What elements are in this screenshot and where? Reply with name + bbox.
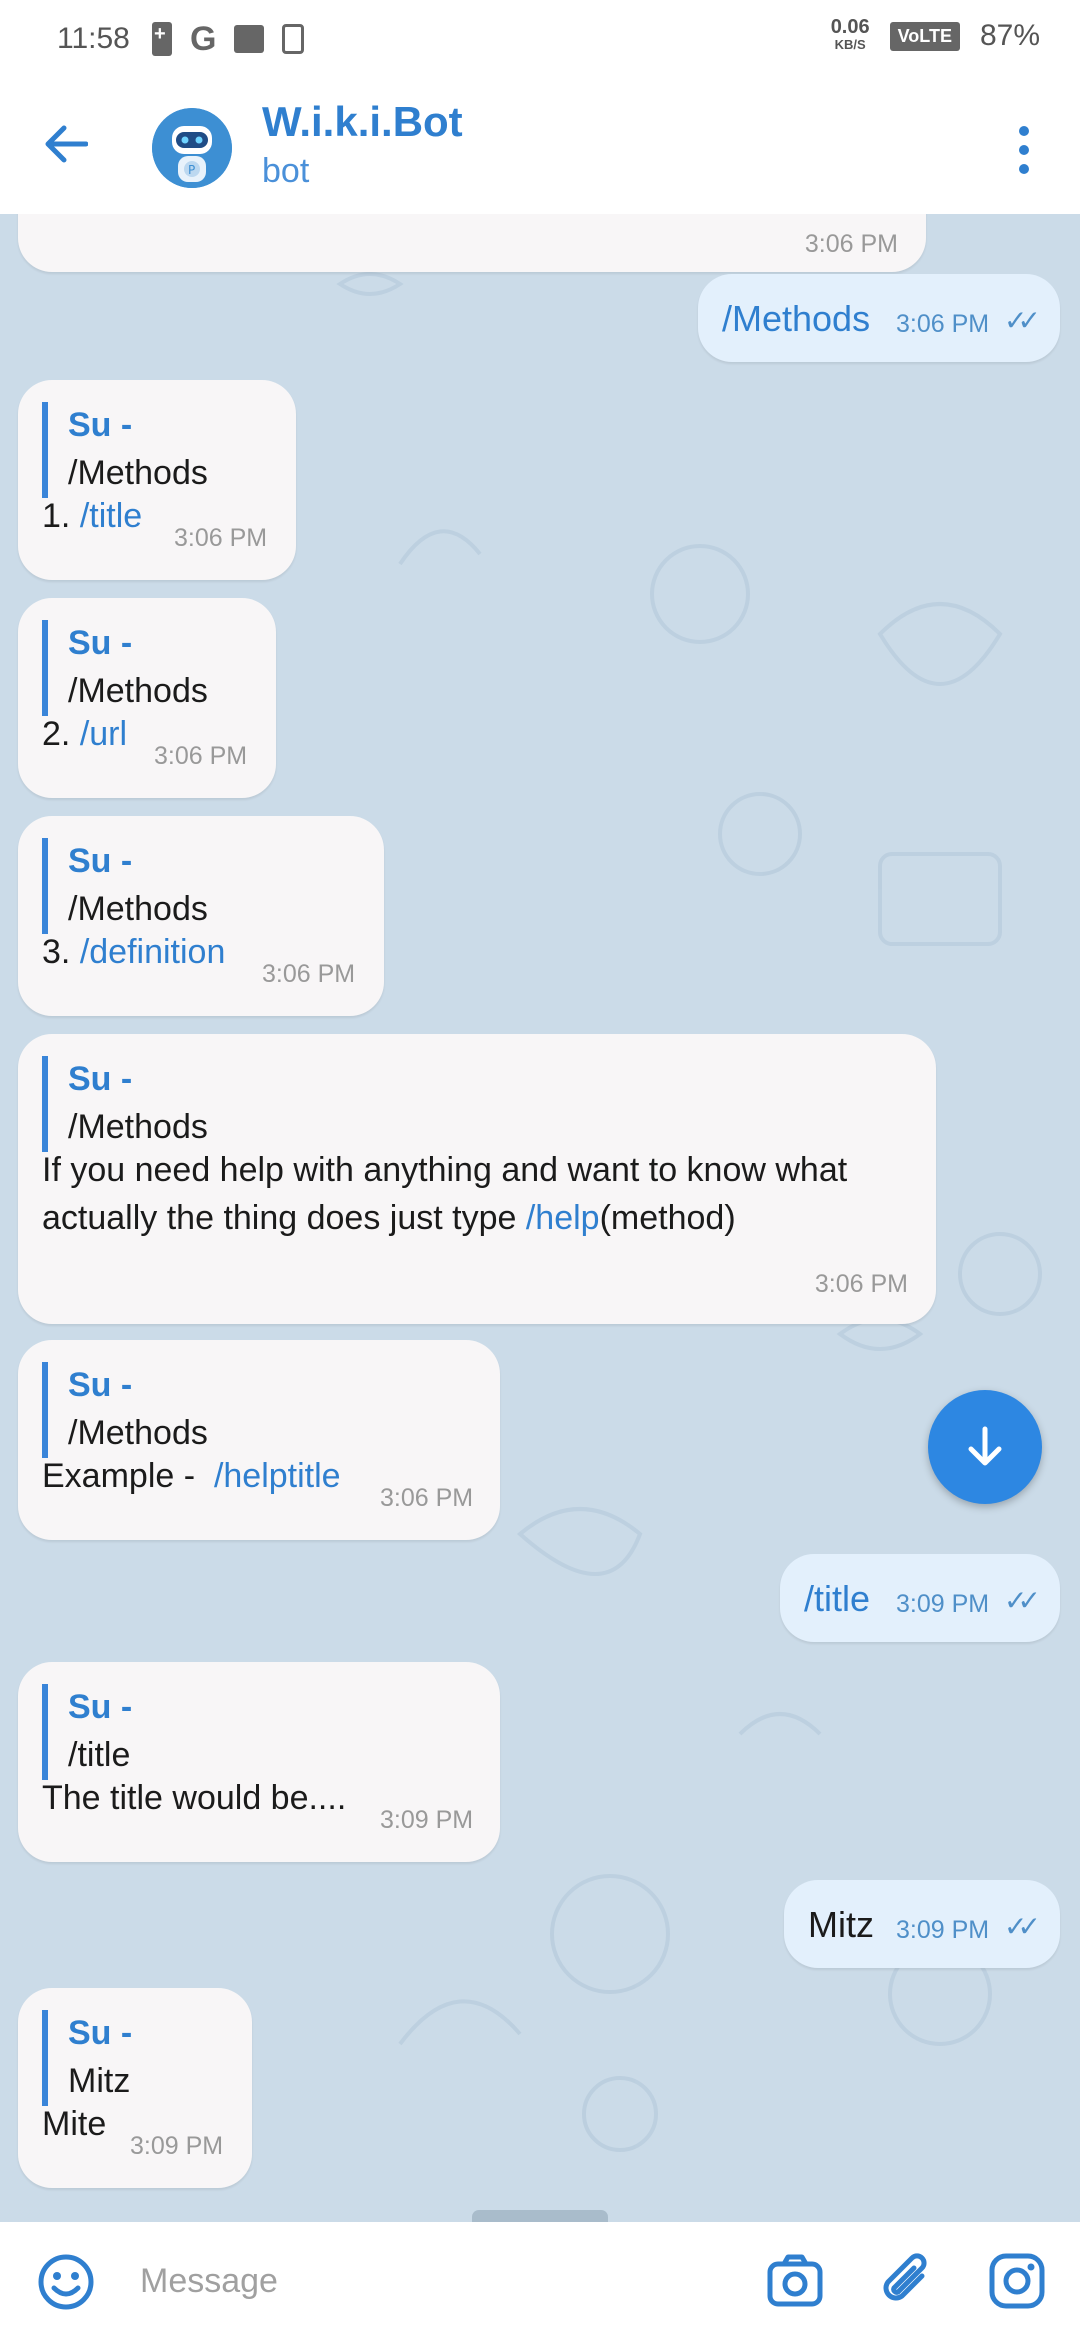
chat-title[interactable]: W.i.k.i.Bot — [262, 98, 463, 146]
instagram-icon — [989, 2253, 1045, 2309]
volte-icon: VoLTE — [889, 21, 960, 51]
chat-header: P W.i.k.i.Bot bot — [0, 80, 1080, 214]
message-text: Mite — [42, 2105, 107, 2143]
message-text: 3. /definition — [42, 933, 226, 971]
reply-author: Su - — [68, 624, 133, 662]
network-speed: 0.06 KB/S — [830, 16, 870, 52]
message-text: Mitz — [808, 1904, 874, 1945]
reply-author: Su - — [68, 406, 133, 444]
reply-text: /Methods — [68, 672, 208, 710]
read-checkmark-icon: ✓✓ — [1004, 1911, 1041, 1942]
dot-icon — [1019, 164, 1029, 174]
message-time: 3:09 PM — [896, 1916, 990, 1944]
reply-text: Mitz — [68, 2062, 131, 2100]
outgoing-message[interactable]: /Methods 3:06 PM ✓✓ — [698, 274, 1060, 362]
reply-quote[interactable]: Su - /Methods — [42, 402, 208, 498]
incoming-message[interactable]: Su - /title The title would be.... 3:09 … — [18, 1662, 500, 1862]
paperclip-icon — [883, 2253, 927, 2301]
message-input-bar — [0, 2222, 1080, 2340]
image-icon — [234, 25, 265, 53]
avatar[interactable]: P — [152, 108, 232, 188]
drag-handle[interactable] — [472, 2210, 608, 2222]
reply-text: /Methods — [68, 890, 208, 928]
message-time: 3:06 PM — [174, 524, 268, 552]
download-icon — [282, 24, 305, 54]
more-options-button[interactable] — [1004, 120, 1044, 180]
message-time: 3:09 PM — [896, 1590, 990, 1618]
message-time: 3:06 PM — [262, 960, 356, 988]
battery-percent: 87% — [979, 19, 1040, 52]
robot-icon: P — [152, 108, 232, 188]
arrow-down-icon — [968, 1426, 1002, 1466]
incoming-message[interactable]: Su - /Methods If you need help with anyt… — [18, 1034, 936, 1324]
reply-author: Su - — [68, 2014, 133, 2052]
reply-quote[interactable]: Su - /Methods — [42, 620, 208, 716]
message-time: 3:06 PM — [804, 230, 898, 258]
command-link[interactable]: /title — [80, 497, 142, 535]
reply-text: /Methods — [68, 454, 208, 492]
google-icon: G — [190, 20, 217, 58]
reply-author: Su - — [68, 842, 133, 880]
incoming-message[interactable]: Su - /Methods 1. /title 3:06 PM — [18, 380, 296, 580]
command-link[interactable]: /help — [526, 1199, 600, 1237]
dot-icon — [1019, 126, 1029, 136]
message-text: Example - /helptitle — [42, 1457, 341, 1495]
attach-button[interactable] — [876, 2250, 938, 2312]
svg-text:P: P — [188, 163, 195, 177]
message-input[interactable] — [140, 2250, 700, 2312]
chat-area[interactable]: 3:06 PM /Methods 3:06 PM ✓✓ Su - /Method… — [0, 214, 1080, 2222]
message-text: 2. /url — [42, 715, 128, 753]
message-command-link[interactable]: /title — [804, 1578, 870, 1620]
reply-text: /Methods — [68, 1108, 208, 1146]
outgoing-message[interactable]: Mitz 3:09 PM ✓✓ — [784, 1880, 1060, 1968]
arrow-left-icon — [45, 125, 88, 163]
message-text: The title would be.... — [42, 1779, 347, 1817]
message-command-link[interactable]: /Methods — [722, 298, 870, 340]
emoji-button[interactable] — [36, 2252, 96, 2312]
read-checkmark-icon: ✓✓ — [1004, 1585, 1041, 1616]
status-bar: 11:58 G 0.06 KB/S VoLTE 87% — [0, 0, 1080, 80]
camera-icon — [767, 2254, 823, 2307]
reply-quote[interactable]: Su - /title — [42, 1684, 132, 1780]
battery-saver-icon — [152, 22, 172, 56]
status-time: 11:58 — [57, 22, 130, 55]
back-button[interactable] — [38, 116, 94, 172]
camera-button[interactable] — [764, 2250, 826, 2312]
smiley-icon — [38, 2254, 94, 2310]
incoming-message[interactable]: Su - /Methods 3. /definition 3:06 PM — [18, 816, 384, 1016]
reply-quote[interactable]: Su - /Methods — [42, 1056, 208, 1152]
message-time: 3:06 PM — [380, 1484, 474, 1512]
reply-quote[interactable]: Su - /Methods — [42, 1362, 208, 1458]
reply-author: Su - — [68, 1366, 133, 1404]
incoming-message[interactable]: Su - /Methods Example - /helptitle 3:06 … — [18, 1340, 500, 1540]
status-system-icons: 0.06 KB/S VoLTE 87% — [830, 16, 1040, 54]
reply-text: /Methods — [68, 1414, 208, 1452]
message-bubble[interactable]: 3:06 PM — [18, 214, 926, 272]
message-time: 3:09 PM — [380, 1806, 474, 1834]
scroll-down-button[interactable] — [928, 1390, 1042, 1504]
incoming-message[interactable]: Su - Mitz Mite 3:09 PM — [18, 1988, 252, 2188]
status-notification-icons: G — [152, 20, 305, 58]
reply-quote[interactable]: Su - /Methods — [42, 838, 208, 934]
message-text: 1. /title — [42, 497, 143, 535]
reply-quote[interactable]: Su - Mitz — [42, 2010, 132, 2106]
message-time: 3:06 PM — [814, 1270, 908, 1298]
chat-subtitle: bot — [262, 152, 310, 190]
message-time: 3:09 PM — [130, 2132, 224, 2160]
message-text: If you need help with anything and want … — [42, 1151, 848, 1237]
message-time: 3:06 PM — [154, 742, 248, 770]
command-link[interactable]: /definition — [80, 933, 226, 971]
instagram-button[interactable] — [986, 2250, 1048, 2312]
outgoing-message[interactable]: /title 3:09 PM ✓✓ — [780, 1554, 1060, 1642]
dot-icon — [1019, 145, 1029, 155]
reply-author: Su - — [68, 1688, 133, 1726]
incoming-message[interactable]: Su - /Methods 2. /url 3:06 PM — [18, 598, 276, 798]
reply-author: Su - — [68, 1060, 133, 1098]
message-time: 3:06 PM — [896, 310, 990, 338]
read-checkmark-icon: ✓✓ — [1004, 305, 1041, 336]
command-link[interactable]: /helptitle — [214, 1457, 341, 1495]
reply-text: /title — [68, 1736, 131, 1774]
command-link[interactable]: /url — [80, 715, 127, 753]
